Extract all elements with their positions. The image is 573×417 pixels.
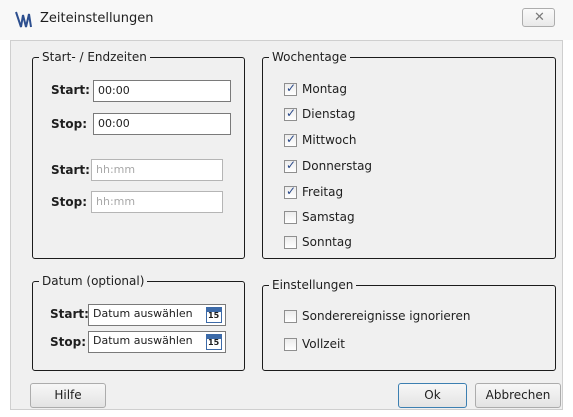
help-button[interactable]: Hilfe — [30, 383, 106, 408]
cancel-button[interactable]: Abbrechen — [475, 383, 561, 408]
stop-time-input-1[interactable]: 00:00 — [93, 113, 231, 135]
stop-date-text: Datum auswählen — [93, 334, 193, 347]
checkbox[interactable] — [284, 338, 297, 351]
checkbox[interactable]: ✓ — [284, 106, 297, 121]
calendar-icon[interactable]: 15 — [206, 334, 222, 350]
date-legend: Datum (optional) — [39, 273, 148, 289]
checkbox[interactable] — [284, 211, 297, 224]
close-button[interactable]: ✕ — [522, 8, 555, 27]
calendar-icon[interactable]: 15 — [206, 307, 222, 323]
date-group: Datum (optional) — [32, 273, 245, 371]
weekday-label: Sonntag — [302, 235, 352, 249]
start-date-picker[interactable]: Datum auswählen 15 — [88, 304, 226, 326]
checkbox[interactable] — [284, 236, 297, 249]
checkmark-icon: ✓ — [286, 81, 297, 95]
settings-group: Einstellungen — [262, 277, 556, 371]
start-date-text: Datum auswählen — [93, 307, 193, 320]
stop-date-picker[interactable]: Datum auswählen 15 — [88, 331, 226, 353]
date-label-start: Start: — [50, 307, 89, 321]
checkbox[interactable]: ✓ — [284, 132, 297, 147]
time-label-stop-1: Stop: — [51, 117, 88, 131]
weekday-label: Freitag — [302, 185, 344, 199]
app-logo-icon — [15, 11, 32, 28]
time-label-start-2: Start: — [51, 163, 90, 177]
ok-button[interactable]: Ok — [398, 383, 467, 408]
weekdays-legend: Wochentage — [269, 49, 350, 65]
checkmark-icon: ✓ — [286, 132, 297, 146]
stop-time-input-2[interactable]: hh:mm — [91, 191, 223, 213]
option-label: Sonderereignisse ignorieren — [302, 309, 471, 323]
checkbox[interactable] — [284, 310, 297, 323]
window-title: Zeiteinstellungen — [40, 11, 154, 26]
weekday-label: Montag — [302, 82, 347, 96]
start-time-input-2[interactable]: hh:mm — [91, 159, 223, 181]
checkbox[interactable]: ✓ — [284, 158, 297, 173]
checkbox[interactable]: ✓ — [284, 184, 297, 199]
weekday-label: Mittwoch — [302, 133, 357, 147]
date-label-stop: Stop: — [50, 335, 87, 349]
weekday-label: Donnerstag — [302, 159, 373, 173]
time-label-start-1: Start: — [51, 83, 90, 97]
close-icon: ✕ — [534, 10, 545, 25]
times-legend: Start- / Endzeiten — [39, 49, 150, 65]
checkbox[interactable]: ✓ — [284, 81, 297, 96]
checkmark-icon: ✓ — [286, 158, 297, 172]
title-bar: Zeiteinstellungen ✕ — [0, 0, 573, 40]
checkmark-icon: ✓ — [286, 184, 297, 198]
option-label: Vollzeit — [302, 337, 346, 351]
start-time-input-1[interactable]: 00:00 — [93, 80, 231, 102]
weekday-label: Dienstag — [302, 107, 356, 121]
weekday-label: Samstag — [302, 210, 355, 224]
settings-legend: Einstellungen — [269, 277, 357, 293]
checkmark-icon: ✓ — [286, 106, 297, 120]
time-label-stop-2: Stop: — [51, 195, 88, 209]
